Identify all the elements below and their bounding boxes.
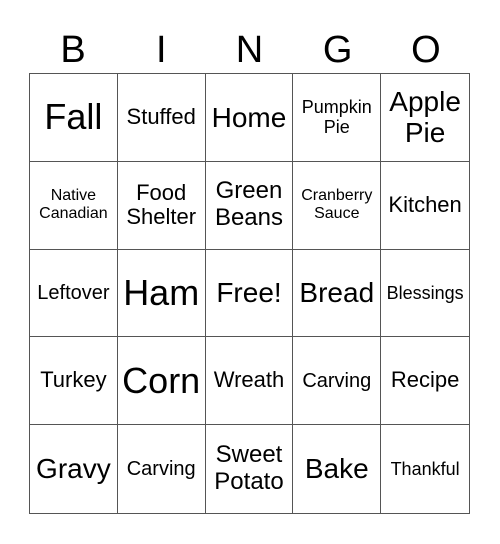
bingo-cell[interactable]: Bread <box>293 249 382 338</box>
bingo-cell-label: Native Canadian <box>39 187 108 223</box>
bingo-cell-label: Thankful <box>390 459 460 480</box>
bingo-header: B I N G O <box>29 28 470 73</box>
bingo-cell[interactable]: Bake <box>293 425 382 513</box>
bingo-cell[interactable]: Wreath <box>205 337 294 426</box>
bingo-cell[interactable]: Food Shelter <box>117 161 206 250</box>
bingo-cell[interactable]: Ham <box>117 249 206 338</box>
bingo-cell-label: Bake <box>304 453 369 485</box>
bingo-cell-label: Sweet Potato <box>214 441 284 496</box>
bingo-card-grid: Fall Stuffed Home Pumpkin Pie Apple Pie Nativ… <box>29 73 470 514</box>
bingo-free-space[interactable]: Free! <box>205 249 294 338</box>
bingo-cell[interactable]: Blessings <box>381 250 469 338</box>
bingo-cell-label: Food Shelter <box>126 179 197 230</box>
bingo-cell-label: Stuffed <box>126 104 196 130</box>
bingo-cell-label: Apple Pie <box>389 86 461 149</box>
bingo-cell-label: Pumpkin Pie <box>301 97 372 138</box>
bingo-cell[interactable]: Leftover <box>30 249 118 338</box>
bingo-cell[interactable]: Recipe <box>381 337 469 426</box>
bingo-cell-label: Gravy <box>36 453 111 485</box>
bingo-cell[interactable]: Stuffed <box>117 74 206 162</box>
bingo-cell[interactable]: Sweet Potato <box>206 425 294 513</box>
bingo-cell-label: Kitchen <box>388 191 462 217</box>
bingo-cell[interactable]: Gravy <box>30 425 118 513</box>
bingo-cell[interactable]: Corn <box>117 337 206 426</box>
bingo-cell-label: Leftover <box>37 281 110 304</box>
bingo-cell[interactable]: Turkey <box>30 337 118 426</box>
bingo-cell-label: Bread <box>299 277 375 309</box>
header-letter-g: G <box>322 29 353 71</box>
bingo-cell-label: Carving <box>126 457 196 480</box>
bingo-cell-label: Free! <box>216 277 282 309</box>
bingo-cell-label: Blessings <box>386 282 464 303</box>
bingo-cell-label: Fall <box>44 96 103 138</box>
bingo-cell[interactable]: Kitchen <box>381 162 469 250</box>
bingo-cell-label: Green Beans <box>214 177 284 232</box>
header-letter-b: B <box>60 29 86 71</box>
bingo-cell-label: Carving <box>302 369 372 392</box>
bingo-cell[interactable]: Home <box>205 74 294 162</box>
bingo-cell-label: Cranberry Sauce <box>301 187 373 223</box>
header-letter-o: O <box>411 29 441 71</box>
bingo-cell-label: Corn <box>122 359 201 401</box>
bingo-cell-label: Home <box>211 101 287 133</box>
header-letter-i: I <box>156 29 167 71</box>
bingo-cell[interactable]: Fall <box>30 74 118 162</box>
bingo-cell-label: Turkey <box>40 367 107 393</box>
bingo-cell[interactable]: Thankful <box>381 425 469 513</box>
bingo-cell[interactable]: Pumpkin Pie <box>293 74 382 162</box>
bingo-cell[interactable]: Cranberry Sauce <box>293 161 382 250</box>
bingo-cell[interactable]: Apple Pie <box>381 74 469 162</box>
bingo-cell-label: Recipe <box>390 367 460 393</box>
header-letter-n: N <box>235 29 264 71</box>
bingo-cell[interactable]: Green Beans <box>205 161 294 250</box>
bingo-cell[interactable]: Native Canadian <box>30 161 118 250</box>
bingo-cell-label: Ham <box>123 271 200 313</box>
bingo-cell[interactable]: Carving <box>118 425 206 513</box>
bingo-cell-label: Wreath <box>213 367 285 393</box>
bingo-cell[interactable]: Carving <box>293 337 382 426</box>
